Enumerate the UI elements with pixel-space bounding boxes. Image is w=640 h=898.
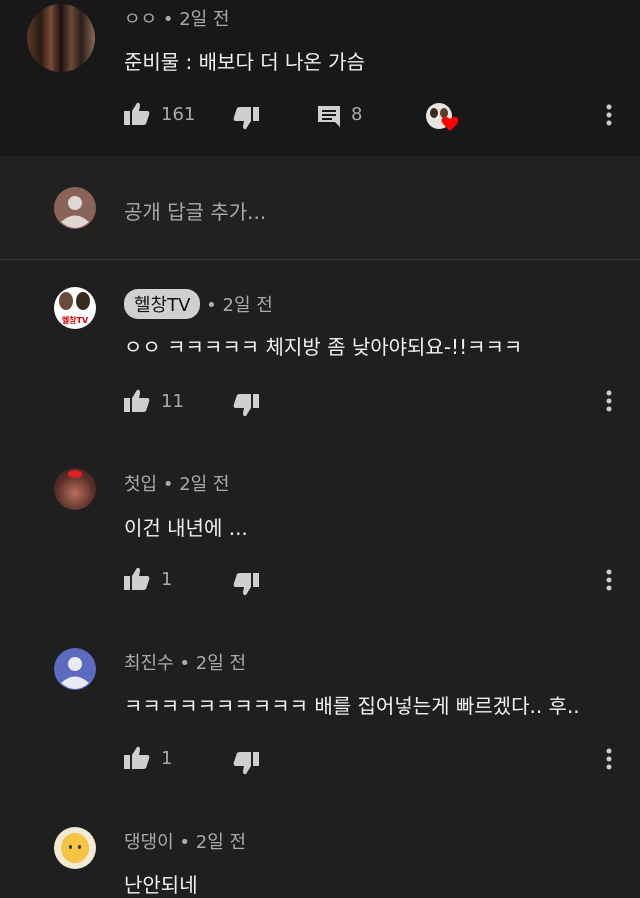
user-avatar-icon (54, 187, 96, 229)
divider (0, 259, 640, 260)
meta-dot: • (179, 832, 196, 853)
reply-meta: 댕댕이 • 2일 전 (124, 828, 246, 854)
thumbs-down-icon[interactable] (233, 572, 259, 596)
reply-count: 8 (351, 104, 363, 125)
reply-like-count: 1 (161, 569, 173, 590)
reply-meta: 최진수 • 2일 전 (124, 649, 246, 675)
thumbs-down-icon[interactable] (233, 751, 259, 775)
main-comment-like-count: 161 (161, 104, 196, 125)
reply-avatar[interactable] (54, 827, 96, 869)
thumbs-up-icon[interactable] (124, 746, 150, 770)
reply-time: 2일 전 (195, 653, 247, 674)
reply-author[interactable]: 첫입 (124, 474, 157, 495)
reply-text: ㅋㅋㅋㅋㅋㅋㅋㅋㅋㅋ 배를 집어넣는게 빠르겠다.. 후.. (124, 694, 580, 718)
reply-input[interactable]: 공개 답글 추가... (124, 196, 266, 225)
reply-meta: 헬창TV • 2일 전 (124, 289, 273, 319)
reply-avatar[interactable] (54, 468, 96, 510)
main-comment-meta: ㅇㅇ • 2일 전 (124, 5, 230, 31)
reply-author[interactable]: 최진수 (124, 653, 174, 674)
main-comment-author[interactable]: ㅇㅇ (124, 9, 157, 30)
more-options-icon[interactable] (606, 748, 612, 770)
default-user-avatar-icon[interactable] (54, 648, 96, 690)
main-comment-time: 2일 전 (179, 9, 230, 30)
main-comment: ㅇㅇ • 2일 전 준비물 : 배보다 더 나온 가슴 161 8 (0, 0, 640, 156)
thumbs-down-icon[interactable] (233, 106, 259, 130)
reply-time: 2일 전 (222, 295, 273, 316)
reply-avatar[interactable]: 헬창TV (54, 287, 96, 329)
reply-meta: 첫입 • 2일 전 (124, 470, 230, 496)
more-options-icon[interactable] (606, 104, 612, 126)
reply-text: 난안되네 (124, 873, 198, 897)
reply-time: 2일 전 (195, 832, 247, 853)
thumbs-up-icon[interactable] (124, 102, 150, 126)
thumbs-up-icon[interactable] (124, 389, 150, 413)
reply-author[interactable]: 댕댕이 (124, 832, 174, 853)
meta-dot: • (162, 9, 180, 30)
reply-text: 이건 내년에 ... (124, 516, 248, 540)
author-badge[interactable]: 헬창TV (124, 289, 201, 319)
reply-time: 2일 전 (179, 474, 230, 495)
meta-dot: • (179, 653, 196, 674)
add-reply-box: 공개 답글 추가... (0, 156, 640, 260)
reply-like-count: 11 (161, 391, 184, 412)
meta-dot: • (162, 474, 180, 495)
thumbs-up-icon[interactable] (124, 567, 150, 591)
more-options-icon[interactable] (606, 390, 612, 412)
main-comment-avatar[interactable] (27, 4, 95, 72)
meta-dot: • (206, 295, 223, 316)
reply-like-count: 1 (161, 748, 173, 769)
reply-comment-icon[interactable] (317, 105, 341, 127)
reply-text: ㅇㅇ ㅋㅋㅋㅋㅋ 체지방 좀 낮아야되요-!!ㅋㅋㅋ (124, 335, 523, 359)
more-options-icon[interactable] (606, 569, 612, 591)
thumbs-down-icon[interactable] (233, 393, 259, 417)
main-comment-text: 준비물 : 배보다 더 나온 가슴 (124, 50, 365, 74)
avatar-label: 헬창TV (61, 316, 89, 325)
heart-icon (441, 116, 459, 131)
